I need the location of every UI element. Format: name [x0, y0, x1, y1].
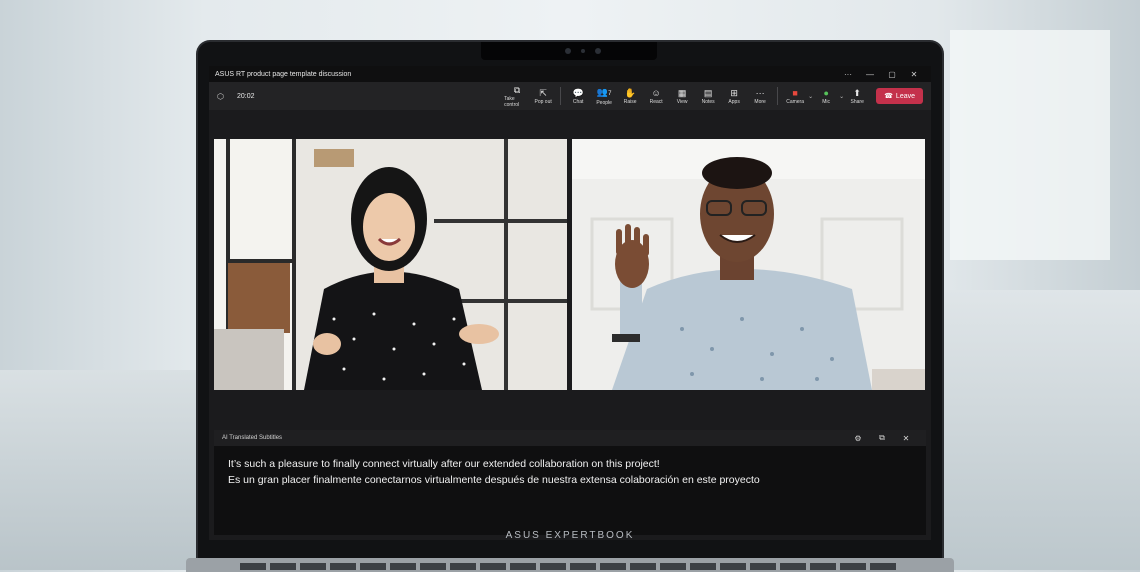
people-glyph: 👥: [596, 87, 609, 97]
more-button[interactable]: ··· More: [747, 87, 773, 105]
camera-icon: ■: [792, 88, 798, 98]
people-button[interactable]: 👥7 People: [591, 86, 617, 106]
people-count-badge: 7: [608, 91, 612, 97]
share-label: Share: [850, 99, 864, 105]
background-window: [950, 30, 1110, 260]
leave-label: Leave: [895, 92, 915, 100]
react-label: React: [649, 99, 663, 105]
participant-video-image: [214, 139, 567, 390]
subtitles-header: AI Translated Subtitles ⚙ ⧉ ✕: [214, 430, 926, 446]
people-icon: 👥7: [597, 86, 612, 100]
more-label: More: [754, 99, 766, 105]
background-furniture-left: [0, 370, 200, 570]
more-options-icon[interactable]: ···: [837, 70, 859, 79]
take-control-label: Take control: [504, 96, 520, 108]
share-button[interactable]: ⬆ Share: [844, 87, 870, 105]
device-brand-label: ASUS EXPERTBOOK: [505, 530, 635, 541]
keyboard-keys: [240, 563, 900, 570]
pop-out-button[interactable]: ⇱ Pop out: [530, 87, 556, 105]
mic-button[interactable]: ● Mic: [813, 87, 839, 105]
close-subtitles-icon[interactable]: ✕: [894, 434, 918, 443]
subtitle-line-english: It’s such a pleasure to finally connect …: [228, 458, 660, 470]
pop-out-label: Pop out: [534, 99, 552, 105]
participant-video-right[interactable]: [572, 139, 925, 390]
phone-hangup-icon: ☎: [884, 93, 893, 100]
more-icon: ···: [755, 88, 765, 98]
camera-label: Camera: [786, 99, 805, 105]
raise-label: Raise: [623, 99, 637, 105]
subtitles-body: It’s such a pleasure to finally connect …: [214, 446, 926, 498]
laptop: ASUS RT product page template discussion…: [198, 42, 942, 562]
chat-button[interactable]: 💬 Chat: [565, 87, 591, 105]
window-titlebar: ASUS RT product page template discussion…: [209, 66, 931, 82]
participant-video-image: [572, 139, 925, 390]
webcam-lens: [565, 48, 571, 54]
people-label: People: [596, 100, 612, 106]
window-title: ASUS RT product page template discussion: [215, 70, 352, 78]
share-icon: ⬆: [853, 88, 861, 98]
shield-icon: ⬡: [217, 91, 224, 101]
chat-icon: 💬: [572, 88, 584, 98]
subtitles-title: AI Translated Subtitles: [222, 435, 283, 441]
apps-icon: ⊞: [730, 88, 738, 98]
restore-button[interactable]: ▢: [881, 70, 903, 79]
view-label: View: [676, 99, 688, 105]
notes-icon: ▤: [703, 88, 713, 98]
webcam-sensor: [581, 49, 585, 53]
subtitle-line-spanish: Es un gran placer finalmente conectarnos…: [228, 474, 760, 486]
raise-hand-icon: ✋: [624, 88, 636, 98]
close-button[interactable]: ✕: [903, 70, 925, 79]
mic-label: Mic: [822, 99, 831, 105]
toolbar-divider: [777, 87, 779, 105]
react-button[interactable]: ☺ React: [643, 87, 669, 105]
webcam-notch: [481, 42, 657, 60]
video-stage: [209, 110, 931, 474]
camera-button[interactable]: ■ Camera: [782, 87, 808, 105]
view-button[interactable]: ▦ View: [669, 87, 695, 105]
pop-out-subtitles-icon[interactable]: ⧉: [870, 433, 894, 443]
apps-button[interactable]: ⊞ Apps: [721, 87, 747, 105]
screen: ASUS RT product page template discussion…: [209, 66, 931, 540]
subtitles-panel: AI Translated Subtitles ⚙ ⧉ ✕ It’s such …: [214, 430, 926, 535]
react-icon: ☺: [651, 88, 661, 98]
notes-label: Notes: [701, 99, 715, 105]
minimize-button[interactable]: —: [859, 70, 881, 79]
take-control-icon: ⧉: [513, 85, 521, 95]
raise-hand-button[interactable]: ✋ Raise: [617, 87, 643, 105]
toolbar-divider: [560, 87, 562, 105]
chat-label: Chat: [572, 99, 584, 105]
leave-button[interactable]: ☎ Leave: [876, 88, 923, 104]
meeting-toolbar: ⬡ 20:02 ⧉ Take control ⇱ Pop out 💬 Chat …: [209, 82, 931, 110]
microphone-icon: ●: [823, 88, 829, 98]
view-icon: ▦: [677, 88, 687, 98]
take-control-button[interactable]: ⧉ Take control: [504, 84, 530, 108]
background-furniture-right: [940, 290, 1140, 570]
participant-video-left[interactable]: [214, 139, 567, 390]
webcam-sensor: [595, 48, 601, 54]
pop-out-icon: ⇱: [539, 88, 547, 98]
apps-label: Apps: [728, 99, 740, 105]
meeting-timer: 20:02: [237, 92, 255, 100]
settings-gear-icon[interactable]: ⚙: [846, 434, 870, 443]
notes-button[interactable]: ▤ Notes: [695, 87, 721, 105]
